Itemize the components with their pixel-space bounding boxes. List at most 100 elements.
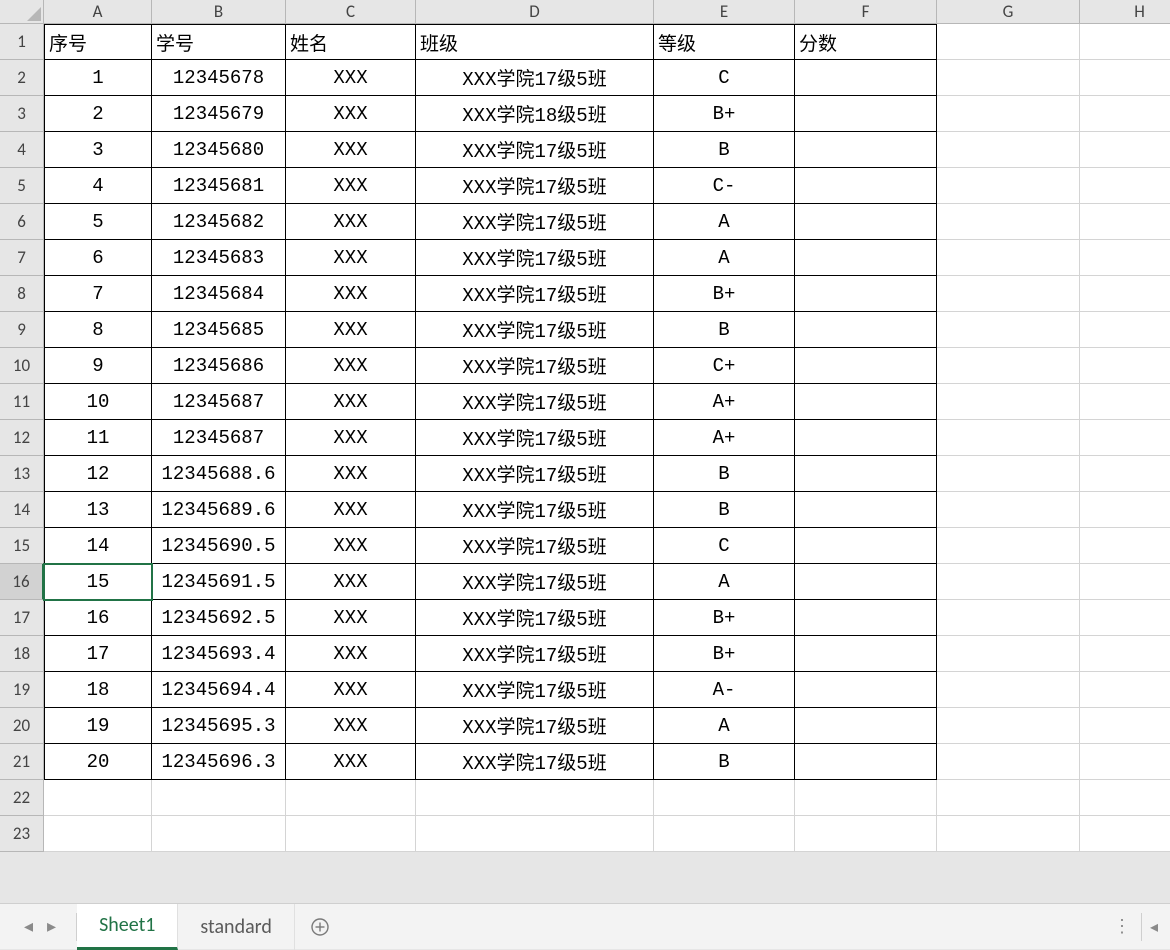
row-header-23[interactable]: 23 xyxy=(0,816,44,852)
cell-A14[interactable]: 13 xyxy=(44,492,152,528)
sheet-tab-standard[interactable]: standard xyxy=(178,904,294,950)
cell-C6[interactable]: XXX xyxy=(286,204,416,240)
cell-G23[interactable] xyxy=(937,816,1080,852)
cell-C22[interactable] xyxy=(286,780,416,816)
cell-D1[interactable]: 班级 xyxy=(416,24,654,60)
cell-F11[interactable] xyxy=(795,384,937,420)
cell-G18[interactable] xyxy=(937,636,1080,672)
cell-F22[interactable] xyxy=(795,780,937,816)
cell-E11[interactable]: A+ xyxy=(654,384,795,420)
cell-B7[interactable]: 12345683 xyxy=(152,240,286,276)
cell-E10[interactable]: C+ xyxy=(654,348,795,384)
row-header-4[interactable]: 4 xyxy=(0,132,44,168)
cell-C14[interactable]: XXX xyxy=(286,492,416,528)
cell-H9[interactable] xyxy=(1080,312,1170,348)
cell-D12[interactable]: XXX学院17级5班 xyxy=(416,420,654,456)
cell-G19[interactable] xyxy=(937,672,1080,708)
row-header-21[interactable]: 21 xyxy=(0,744,44,780)
cell-C8[interactable]: XXX xyxy=(286,276,416,312)
cell-A3[interactable]: 2 xyxy=(44,96,152,132)
cell-C1[interactable]: 姓名 xyxy=(286,24,416,60)
cell-G1[interactable] xyxy=(937,24,1080,60)
scroll-left-icon[interactable]: ◂ xyxy=(1150,917,1158,937)
cell-C2[interactable]: XXX xyxy=(286,60,416,96)
cell-F20[interactable] xyxy=(795,708,937,744)
column-header-E[interactable]: E xyxy=(654,0,795,24)
cell-H12[interactable] xyxy=(1080,420,1170,456)
row-header-14[interactable]: 14 xyxy=(0,492,44,528)
row-header-7[interactable]: 7 xyxy=(0,240,44,276)
cell-H10[interactable] xyxy=(1080,348,1170,384)
cell-G20[interactable] xyxy=(937,708,1080,744)
cell-E5[interactable]: C- xyxy=(654,168,795,204)
cell-D23[interactable] xyxy=(416,816,654,852)
cell-D19[interactable]: XXX学院17级5班 xyxy=(416,672,654,708)
cell-D13[interactable]: XXX学院17级5班 xyxy=(416,456,654,492)
cell-D4[interactable]: XXX学院17级5班 xyxy=(416,132,654,168)
cell-A6[interactable]: 5 xyxy=(44,204,152,240)
cell-E18[interactable]: B+ xyxy=(654,636,795,672)
cell-F3[interactable] xyxy=(795,96,937,132)
cell-F19[interactable] xyxy=(795,672,937,708)
cell-F9[interactable] xyxy=(795,312,937,348)
cell-E9[interactable]: B xyxy=(654,312,795,348)
cell-H5[interactable] xyxy=(1080,168,1170,204)
cell-B19[interactable]: 12345694.4 xyxy=(152,672,286,708)
row-header-19[interactable]: 19 xyxy=(0,672,44,708)
cell-B15[interactable]: 12345690.5 xyxy=(152,528,286,564)
cell-G12[interactable] xyxy=(937,420,1080,456)
cell-B23[interactable] xyxy=(152,816,286,852)
cell-A17[interactable]: 16 xyxy=(44,600,152,636)
row-header-1[interactable]: 1 xyxy=(0,24,44,60)
cell-H4[interactable] xyxy=(1080,132,1170,168)
cell-B8[interactable]: 12345684 xyxy=(152,276,286,312)
cell-E16[interactable]: A xyxy=(654,564,795,600)
cell-G22[interactable] xyxy=(937,780,1080,816)
cell-B14[interactable]: 12345689.6 xyxy=(152,492,286,528)
cell-E3[interactable]: B+ xyxy=(654,96,795,132)
cell-G15[interactable] xyxy=(937,528,1080,564)
cell-F6[interactable] xyxy=(795,204,937,240)
cell-C21[interactable]: XXX xyxy=(286,744,416,780)
cell-F15[interactable] xyxy=(795,528,937,564)
cell-A5[interactable]: 4 xyxy=(44,168,152,204)
cell-G2[interactable] xyxy=(937,60,1080,96)
row-header-15[interactable]: 15 xyxy=(0,528,44,564)
cell-D3[interactable]: XXX学院18级5班 xyxy=(416,96,654,132)
cell-G3[interactable] xyxy=(937,96,1080,132)
cell-H14[interactable] xyxy=(1080,492,1170,528)
cell-E12[interactable]: A+ xyxy=(654,420,795,456)
cell-A19[interactable]: 18 xyxy=(44,672,152,708)
cell-A4[interactable]: 3 xyxy=(44,132,152,168)
column-header-B[interactable]: B xyxy=(152,0,286,24)
cell-H21[interactable] xyxy=(1080,744,1170,780)
cell-A1[interactable]: 序号 xyxy=(44,24,152,60)
cell-D2[interactable]: XXX学院17级5班 xyxy=(416,60,654,96)
cell-D14[interactable]: XXX学院17级5班 xyxy=(416,492,654,528)
cell-C18[interactable]: XXX xyxy=(286,636,416,672)
cell-B1[interactable]: 学号 xyxy=(152,24,286,60)
cell-H6[interactable] xyxy=(1080,204,1170,240)
cell-C9[interactable]: XXX xyxy=(286,312,416,348)
cell-B6[interactable]: 12345682 xyxy=(152,204,286,240)
cell-F17[interactable] xyxy=(795,600,937,636)
cell-E19[interactable]: A- xyxy=(654,672,795,708)
cell-A21[interactable]: 20 xyxy=(44,744,152,780)
cell-E2[interactable]: C xyxy=(654,60,795,96)
cell-C13[interactable]: XXX xyxy=(286,456,416,492)
cell-C23[interactable] xyxy=(286,816,416,852)
row-header-11[interactable]: 11 xyxy=(0,384,44,420)
row-header-8[interactable]: 8 xyxy=(0,276,44,312)
tab-options-icon[interactable]: ⋮ xyxy=(1113,916,1133,937)
cell-A11[interactable]: 10 xyxy=(44,384,152,420)
cell-B4[interactable]: 12345680 xyxy=(152,132,286,168)
cell-G9[interactable] xyxy=(937,312,1080,348)
cell-H3[interactable] xyxy=(1080,96,1170,132)
row-header-17[interactable]: 17 xyxy=(0,600,44,636)
cell-E15[interactable]: C xyxy=(654,528,795,564)
cell-B3[interactable]: 12345679 xyxy=(152,96,286,132)
cell-E1[interactable]: 等级 xyxy=(654,24,795,60)
column-header-A[interactable]: A xyxy=(44,0,152,24)
cell-D21[interactable]: XXX学院17级5班 xyxy=(416,744,654,780)
cell-H17[interactable] xyxy=(1080,600,1170,636)
